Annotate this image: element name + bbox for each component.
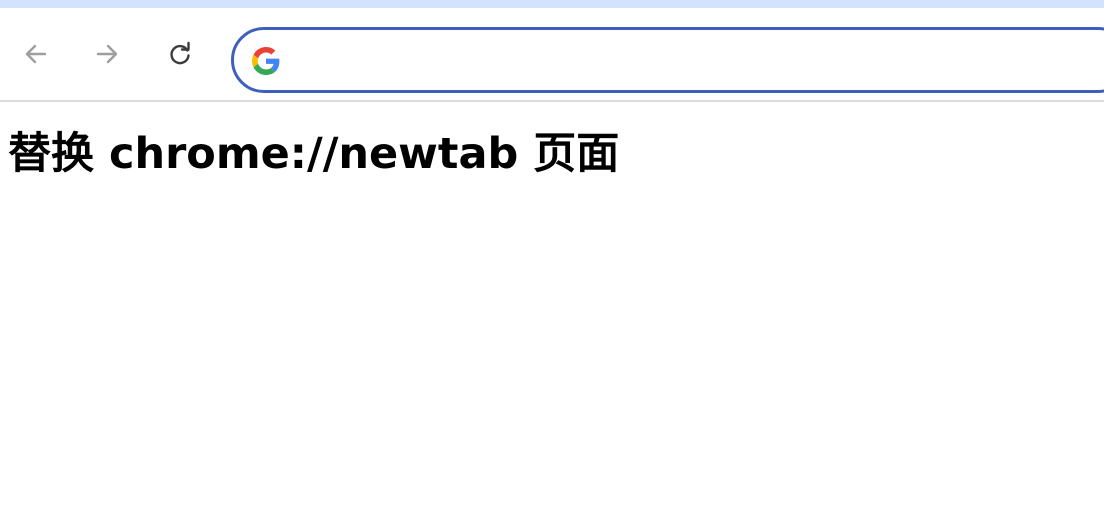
tab-strip: [0, 0, 1104, 8]
toolbar-divider: [0, 100, 1104, 102]
arrow-left-icon: [25, 44, 47, 64]
address-input[interactable]: [296, 44, 1076, 78]
browser-toolbar: [0, 8, 1104, 100]
back-button[interactable]: [21, 39, 51, 69]
forward-button[interactable]: [92, 39, 122, 69]
google-g-icon: [252, 47, 280, 75]
reload-button[interactable]: [165, 39, 195, 69]
address-bar[interactable]: [231, 27, 1104, 93]
reload-icon: [170, 41, 190, 65]
page-title: 替换 chrome://newtab 页面: [8, 129, 620, 179]
arrow-right-icon: [96, 44, 118, 64]
